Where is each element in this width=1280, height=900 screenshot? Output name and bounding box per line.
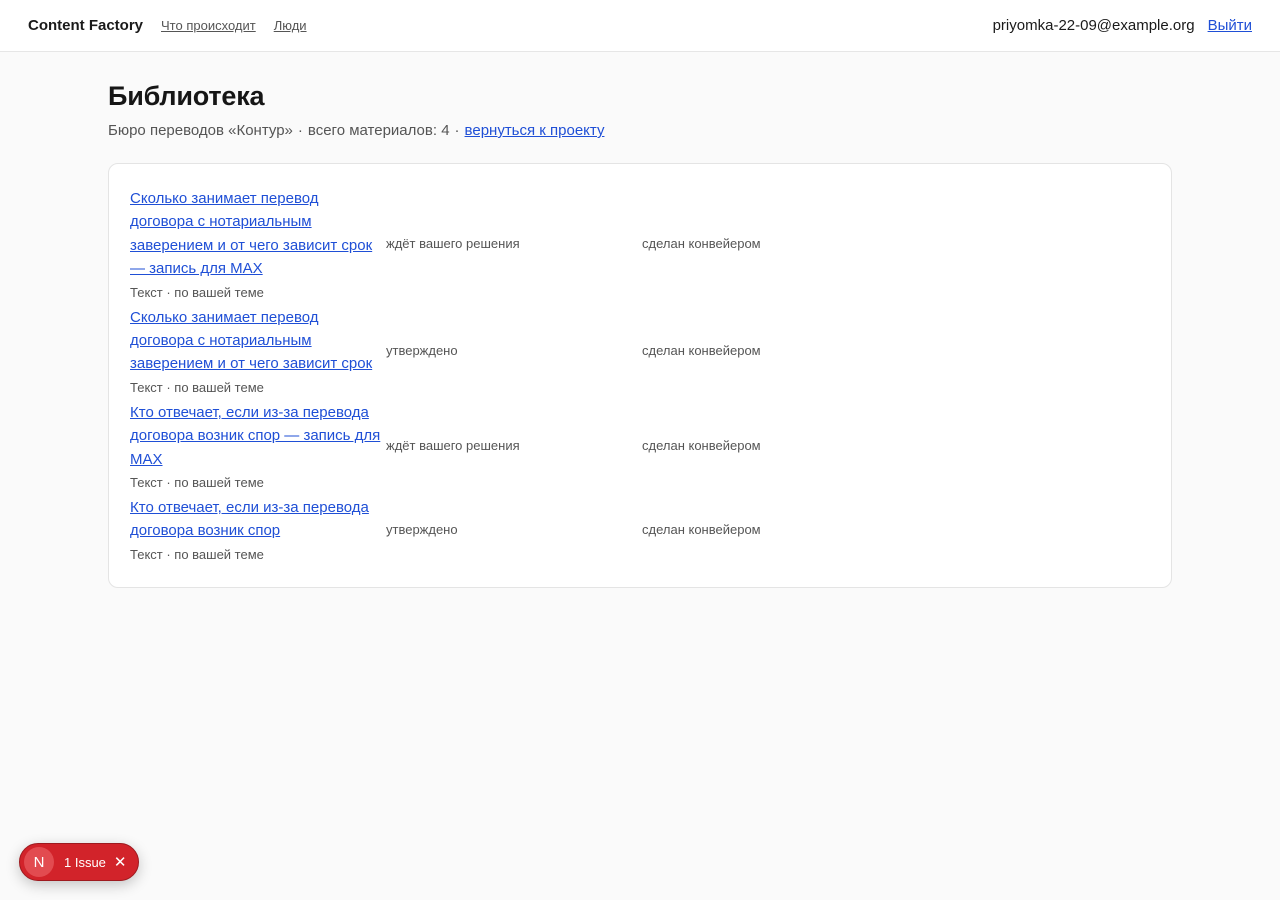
item-title-cell: Сколько занимает перевод договора с нота… (130, 185, 386, 303)
material-source: сделан конвейером (642, 521, 761, 537)
list-item: Кто отвечает, если из-за перевода догово… (130, 399, 1150, 493)
page-title: Библиотека (108, 81, 265, 111)
nav-link-activity[interactable]: Что происходит (161, 18, 256, 33)
top-navbar: Content Factory Что происходит Люди priy… (0, 0, 1280, 52)
page-subtitle: Бюро переводов «Контур» · всего материалов… (108, 122, 1172, 139)
user-email: priyomka-22-09@example.org (992, 17, 1195, 34)
material-link[interactable]: Сколько занимает перевод договора с нота… (130, 187, 386, 281)
item-title-cell: Кто отвечает, если из-за перевода догово… (130, 494, 386, 565)
material-link[interactable]: Сколько занимает перевод договора с нота… (130, 306, 386, 376)
list-item: Сколько занимает перевод договора с нота… (130, 185, 1150, 303)
list-item: Сколько занимает перевод договора с нота… (130, 304, 1150, 398)
material-status: ждёт вашего решения (386, 236, 520, 252)
material-meta: Текст · по вашей теме (130, 475, 264, 491)
material-link[interactable]: Кто отвечает, если из-за перевода догово… (130, 496, 386, 543)
brand-logo[interactable]: Content Factory (28, 17, 143, 34)
project-name: Бюро переводов «Контур» (108, 122, 293, 139)
close-icon[interactable]: ✕ (114, 853, 127, 871)
nav-link-people[interactable]: Люди (274, 18, 307, 33)
material-meta: Текст · по вашей теме (130, 284, 264, 300)
material-source: сделан конвейером (642, 343, 761, 359)
material-source: сделан конвейером (642, 438, 761, 454)
item-title-cell: Сколько занимает перевод договора с нота… (130, 304, 386, 398)
issues-badge[interactable]: N 1 Issue ✕ (19, 843, 139, 881)
next-logo-icon[interactable]: N (24, 847, 54, 877)
item-title-cell: Кто отвечает, если из-за перевода догово… (130, 399, 386, 493)
material-meta: Текст · по вашей теме (130, 379, 264, 395)
main-content: Библиотека Бюро переводов «Контур» · всего… (0, 81, 1280, 588)
material-source: сделан конвейером (642, 236, 761, 252)
materials-count: всего материалов: 4 (307, 122, 450, 139)
logout-link[interactable]: Выйти (1208, 17, 1252, 34)
issue-count-label[interactable]: 1 Issue (64, 855, 106, 870)
subtitle-separator: · (297, 122, 303, 139)
material-status: ждёт вашего решения (386, 438, 520, 454)
material-meta: Текст · по вашей теме (130, 546, 264, 562)
material-status: утверждено (386, 343, 458, 359)
back-to-project-link[interactable]: вернуться к проекту (465, 122, 605, 139)
user-area: priyomka-22-09@example.org Выйти (993, 17, 1252, 34)
materials-list: Сколько занимает перевод договора с нота… (108, 163, 1172, 588)
material-link[interactable]: Кто отвечает, если из-за перевода догово… (130, 401, 386, 471)
material-status: утверждено (386, 521, 458, 537)
subtitle-separator: · (454, 122, 460, 139)
list-item: Кто отвечает, если из-за перевода догово… (130, 494, 1150, 565)
